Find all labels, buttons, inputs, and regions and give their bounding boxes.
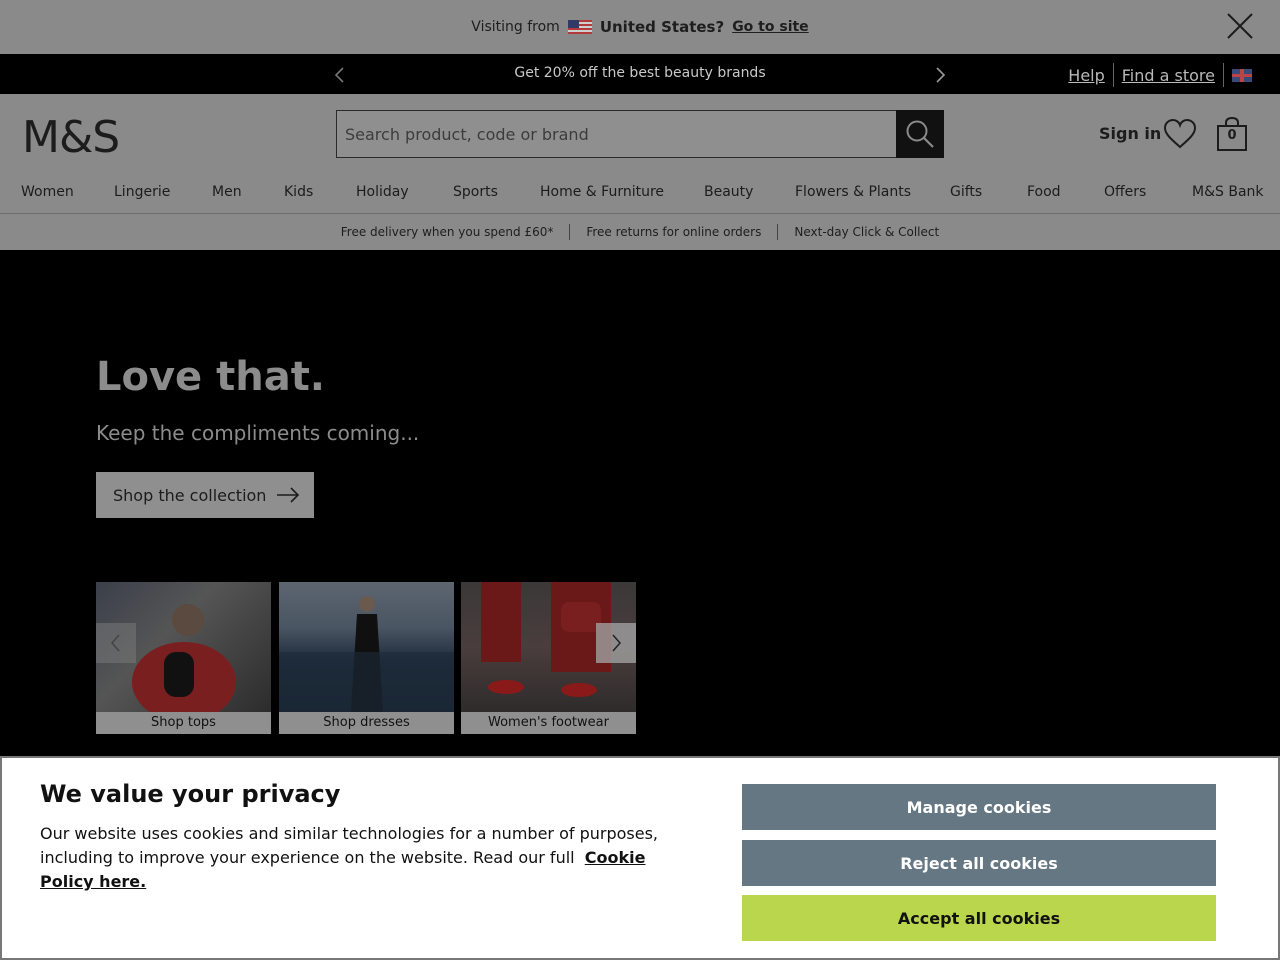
nav-item-men[interactable]: Men xyxy=(212,184,242,200)
benefit-free-delivery[interactable]: Free delivery when you spend £60* xyxy=(341,225,554,239)
search-icon xyxy=(906,120,934,148)
chevron-right-icon[interactable] xyxy=(932,66,948,84)
nav-item-women[interactable]: Women xyxy=(21,184,74,200)
sign-in-link[interactable]: Sign in xyxy=(1099,124,1161,143)
main-nav: Women Lingerie Men Kids Holiday Sports H… xyxy=(0,184,1280,214)
tile-shop-dresses[interactable]: Shop dresses xyxy=(279,582,454,734)
chevron-right-icon[interactable] xyxy=(596,623,636,663)
nav-item-ms-bank[interactable]: M&S Bank xyxy=(1192,184,1264,200)
cookie-description: Our website uses cookies and similar tec… xyxy=(40,822,690,894)
nav-item-flowers-plants[interactable]: Flowers & Plants xyxy=(795,184,911,200)
manage-cookies-button[interactable]: Manage cookies xyxy=(742,784,1216,830)
utility-links: Help Find a store xyxy=(1068,63,1252,87)
us-flag-icon xyxy=(567,20,592,34)
divider xyxy=(777,224,779,240)
accept-cookies-button[interactable]: Accept all cookies xyxy=(742,895,1216,941)
promo-bar: Get 20% off the best beauty brands Help … xyxy=(0,54,1280,94)
hero-subtitle: Keep the compliments coming... xyxy=(96,421,420,445)
benefits-bar: Free delivery when you spend £60* Free r… xyxy=(0,214,1280,250)
shop-collection-button[interactable]: Shop the collection xyxy=(96,472,314,518)
search-bar xyxy=(336,110,944,158)
nav-item-kids[interactable]: Kids xyxy=(284,184,313,200)
nav-item-offers[interactable]: Offers xyxy=(1104,184,1146,200)
visiting-country: United States? xyxy=(599,18,725,36)
ms-logo[interactable]: M&S xyxy=(22,112,120,163)
shop-collection-label: Shop the collection xyxy=(113,485,267,505)
help-link[interactable]: Help xyxy=(1068,66,1104,85)
heart-icon[interactable] xyxy=(1163,118,1197,150)
go-to-site-link[interactable]: Go to site xyxy=(732,19,809,35)
category-carousel: Shop tops Shop dresses Women's footwear xyxy=(96,582,636,734)
chevron-left-icon[interactable] xyxy=(96,623,136,663)
search-input[interactable] xyxy=(337,111,897,157)
visiting-from-bar: Visiting from United States? Go to site xyxy=(0,0,1280,54)
cookie-banner: We value your privacy Our website uses c… xyxy=(0,756,1280,960)
tile-caption: Shop dresses xyxy=(279,712,454,734)
benefit-free-returns[interactable]: Free returns for online orders xyxy=(586,225,761,239)
uk-flag-icon[interactable] xyxy=(1232,68,1252,82)
bag-count: 0 xyxy=(1227,128,1237,143)
tile-caption: Shop tops xyxy=(96,712,271,734)
cookie-body-text: Our website uses cookies and similar tec… xyxy=(40,824,658,867)
tile-image xyxy=(279,582,454,712)
nav-item-home-furniture[interactable]: Home & Furniture xyxy=(540,184,664,200)
divider xyxy=(1223,63,1224,87)
benefit-click-collect[interactable]: Next-day Click & Collect xyxy=(794,225,939,239)
tile-caption: Women's footwear xyxy=(461,712,636,734)
hero-banner: Love that. Keep the compliments coming..… xyxy=(0,250,1280,756)
reject-cookies-button[interactable]: Reject all cookies xyxy=(742,840,1216,886)
divider xyxy=(1112,63,1114,87)
bag-button[interactable]: 0 xyxy=(1215,116,1249,152)
find-a-store-link[interactable]: Find a store xyxy=(1122,66,1215,85)
divider xyxy=(569,224,571,240)
hero-title: Love that. xyxy=(96,354,326,400)
visiting-prefix: Visiting from xyxy=(471,19,560,35)
nav-item-food[interactable]: Food xyxy=(1027,184,1061,200)
nav-item-beauty[interactable]: Beauty xyxy=(704,184,753,200)
nav-item-lingerie[interactable]: Lingerie xyxy=(114,184,170,200)
cookie-title: We value your privacy xyxy=(40,780,341,808)
nav-item-holiday[interactable]: Holiday xyxy=(356,184,409,200)
nav-item-gifts[interactable]: Gifts xyxy=(950,184,982,200)
close-icon[interactable] xyxy=(1224,10,1256,42)
arrow-right-icon xyxy=(277,487,300,503)
search-button[interactable] xyxy=(896,110,944,158)
site-header: M&S Sign in 0 Women Lingerie Men Kids Ho… xyxy=(0,94,1280,214)
nav-item-sports[interactable]: Sports xyxy=(453,184,498,200)
